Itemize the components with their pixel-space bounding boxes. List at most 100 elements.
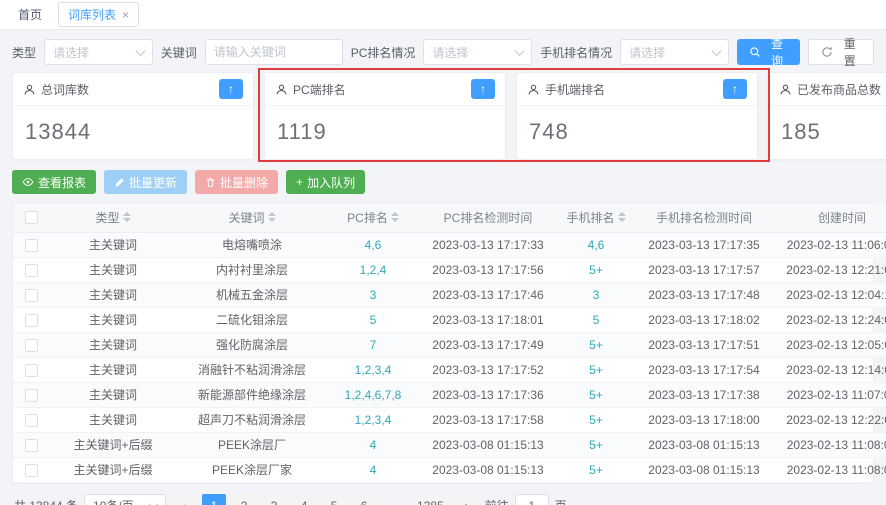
page-button-1385[interactable]: 1385 (412, 494, 449, 505)
row-checkbox[interactable] (25, 339, 38, 352)
type-select-placeholder: 请选择 (53, 44, 89, 61)
cell-mobile-rank: 5+ (557, 457, 635, 482)
prev-page-button[interactable]: ‹ (172, 494, 196, 505)
tab-home[interactable]: 首页 (12, 3, 48, 26)
view-report-button[interactable]: 查看报表 (12, 170, 96, 194)
jump-page-input[interactable] (515, 494, 549, 505)
tab-label: 词库列表 (68, 6, 116, 23)
row-checkbox[interactable] (25, 464, 38, 477)
row-checkbox[interactable] (25, 414, 38, 427)
chevron-down-icon (149, 499, 159, 505)
next-page-button[interactable]: › (455, 494, 479, 505)
type-select[interactable]: 请选择 (44, 39, 153, 65)
cell-created-time: 2023-02-13 11:08:07 (773, 432, 886, 457)
page-button-3[interactable]: 3 (262, 494, 286, 505)
join-queue-button[interactable]: + 加入队列 (286, 170, 365, 194)
cell-type: 主关键词 (49, 257, 177, 282)
row-checkbox[interactable] (25, 289, 38, 302)
col-mobile-rank: 手机排名 (566, 209, 614, 226)
cell-type: 主关键词 (49, 382, 177, 407)
sort-icon[interactable] (618, 212, 626, 222)
cell-created-time: 2023-02-13 11:06:07 (773, 232, 886, 257)
scroll-top-button[interactable]: ↑ (219, 79, 243, 99)
mobile-rank-select-placeholder: 请选择 (629, 44, 665, 61)
cell-keyword: PEEK涂层厂 (177, 432, 327, 457)
cell-pc-rank: 7 (327, 332, 419, 357)
row-checkbox[interactable] (25, 364, 38, 377)
table-row: 主关键词 超声刀不粘润滑涂层 1,2,3,4 2023-03-13 17:17:… (13, 407, 886, 432)
join-queue-label: 加入队列 (307, 174, 355, 191)
select-all-checkbox[interactable] (25, 211, 38, 224)
cell-keyword: 机械五金涂层 (177, 282, 327, 307)
cell-mobile-rank: 4,6 (557, 232, 635, 257)
page-button-4[interactable]: 4 (292, 494, 316, 505)
pc-rank-select[interactable]: 请选择 (423, 39, 532, 65)
page-button-1[interactable]: 1 (202, 494, 226, 505)
page-size-value: 10条/页 (93, 497, 134, 505)
search-button[interactable]: 查询 (737, 39, 801, 65)
cell-pc-check-time: 2023-03-13 17:18:01 (419, 307, 557, 332)
cell-mobile-check-time: 2023-03-13 17:17:35 (635, 232, 773, 257)
mobile-rank-select[interactable]: 请选择 (620, 39, 729, 65)
col-keyword: 关键词 (228, 209, 264, 226)
batch-delete-label: 批量删除 (220, 174, 268, 191)
page-button-5[interactable]: 5 (322, 494, 346, 505)
cell-mobile-check-time: 2023-03-13 17:18:02 (635, 307, 773, 332)
pc-rank-label: PC排名情况 (351, 44, 416, 61)
cell-keyword: 新能源部件绝缘涂层 (177, 382, 327, 407)
row-checkbox[interactable] (25, 239, 38, 252)
mobile-rank-label: 手机排名情况 (540, 44, 612, 61)
sort-icon[interactable] (123, 212, 131, 222)
row-checkbox[interactable] (25, 389, 38, 402)
cell-pc-rank: 1,2,4 (327, 257, 419, 282)
cell-keyword: 强化防腐涂层 (177, 332, 327, 357)
tab-word-library[interactable]: 词库列表 × (58, 2, 139, 27)
cell-created-time: 2023-02-13 12:24:04 (773, 307, 886, 332)
cell-mobile-check-time: 2023-03-13 17:18:00 (635, 407, 773, 432)
close-icon[interactable]: × (122, 9, 129, 21)
stat-title: 总词库数 (41, 81, 89, 98)
row-checkbox[interactable] (25, 439, 38, 452)
cell-pc-rank: 1,2,3,4 (327, 357, 419, 382)
sort-icon[interactable] (391, 212, 399, 222)
reset-button[interactable]: 重置 (808, 39, 874, 65)
row-checkbox[interactable] (25, 314, 38, 327)
cell-mobile-rank: 5+ (557, 257, 635, 282)
keyword-input[interactable] (205, 39, 343, 65)
filter-bar: 类型 请选择 关键词 PC排名情况 请选择 手机排名情况 请选择 查询 重置 (0, 30, 886, 72)
row-checkbox[interactable] (25, 264, 38, 277)
plus-icon: + (296, 175, 303, 189)
cell-created-time: 2023-02-13 11:07:04 (773, 382, 886, 407)
cell-keyword: 超声刀不粘润滑涂层 (177, 407, 327, 432)
col-pc-check-time: PC排名检测时间 (444, 211, 533, 225)
page-size-select[interactable]: 10条/页 (84, 494, 166, 505)
search-button-label: 查询 (766, 35, 789, 69)
table-row: 主关键词 二硫化钼涂层 5 2023-03-13 17:18:01 5 2023… (13, 307, 886, 332)
batch-update-button[interactable]: 批量更新 (104, 170, 187, 194)
stat-value: 13844 (13, 106, 253, 158)
scroll-top-button[interactable]: ↑ (471, 79, 495, 99)
table-row: 主关键词+后缀 PEEK涂层厂家 4 2023-03-08 01:15:13 5… (13, 457, 886, 482)
cell-keyword: 电熔嘴喷涂 (177, 232, 327, 257)
cell-pc-rank: 1,2,3,4 (327, 407, 419, 432)
page-ellipsis[interactable]: ··· (382, 494, 406, 505)
cell-mobile-rank: 5+ (557, 432, 635, 457)
page-button-2[interactable]: 2 (232, 494, 256, 505)
stat-value: 748 (517, 106, 757, 158)
scroll-top-button[interactable]: ↑ (723, 79, 747, 99)
cell-pc-check-time: 2023-03-08 01:15:13 (419, 457, 557, 482)
cell-mobile-check-time: 2023-03-13 17:17:48 (635, 282, 773, 307)
stat-card-published-products: 已发布商品总数 ↑ 185 (768, 72, 886, 160)
batch-update-label: 批量更新 (129, 174, 177, 191)
keyword-label: 关键词 (161, 44, 197, 61)
table-row: 主关键词 机械五金涂层 3 2023-03-13 17:17:46 3 2023… (13, 282, 886, 307)
batch-delete-button[interactable]: 批量删除 (195, 170, 278, 194)
cell-mobile-check-time: 2023-03-08 01:15:13 (635, 457, 773, 482)
cell-pc-rank: 4,6 (327, 232, 419, 257)
col-pc-rank: PC排名 (347, 209, 388, 226)
page-button-6[interactable]: 6 (352, 494, 376, 505)
tab-bar: 首页 词库列表 × (0, 0, 886, 30)
sort-icon[interactable] (268, 212, 276, 222)
cell-created-time: 2023-02-13 12:04:10 (773, 282, 886, 307)
refresh-icon (821, 46, 833, 58)
